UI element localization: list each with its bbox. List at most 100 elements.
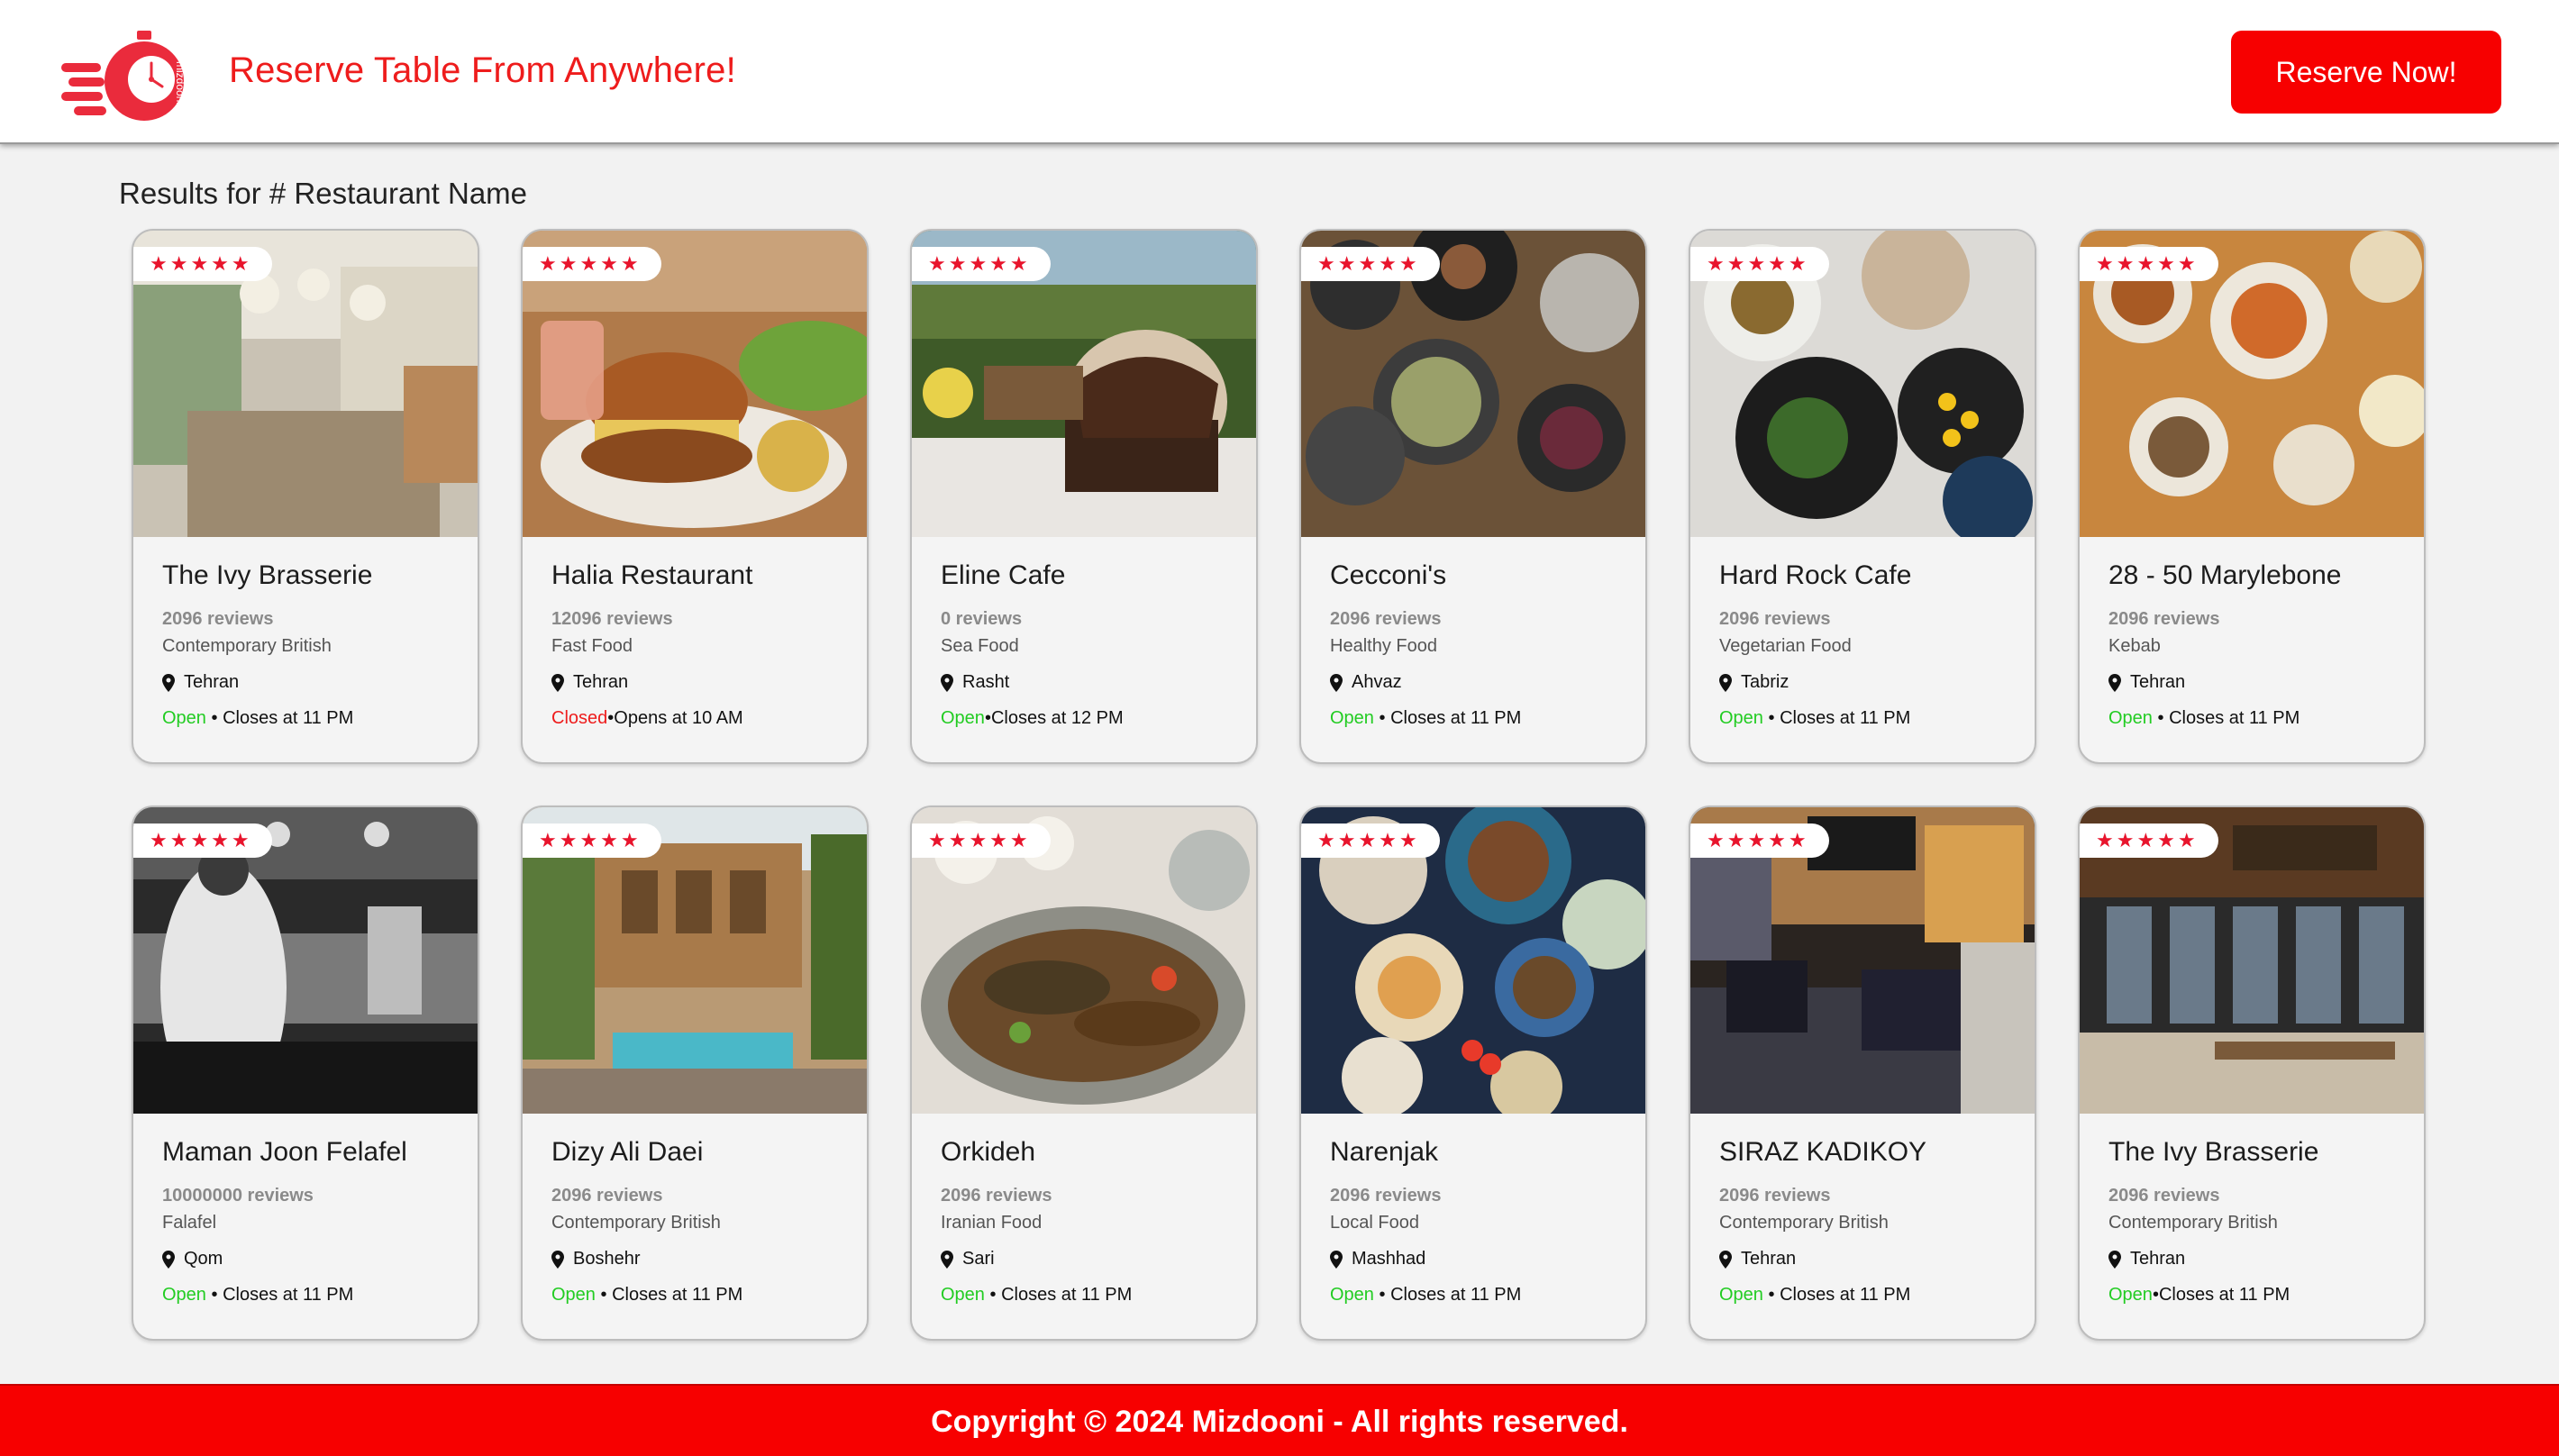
review-count: 0 reviews bbox=[941, 609, 1023, 629]
location: Ahvaz bbox=[1330, 672, 1402, 693]
cuisine-type: Iranian Food bbox=[941, 1213, 1043, 1233]
restaurant-card[interactable]: ★★★★★ Hard Rock Cafe 2096 reviews Vegeta… bbox=[1689, 229, 2036, 764]
location: Boshehr bbox=[551, 1249, 641, 1269]
status-badge: Closed bbox=[551, 708, 608, 728]
restaurant-name[interactable]: Eline Cafe bbox=[941, 560, 1065, 591]
cuisine-type: Falafel bbox=[162, 1213, 217, 1233]
status-badge: Open bbox=[1719, 1285, 1763, 1305]
opening-status: Open • Closes at 11 PM bbox=[1719, 1285, 1910, 1306]
location: Tehran bbox=[2108, 672, 2185, 693]
location: Sari bbox=[941, 1249, 995, 1269]
restaurant-name[interactable]: Orkideh bbox=[941, 1137, 1035, 1168]
status-separator: • bbox=[1762, 708, 1780, 728]
restaurant-name[interactable]: The Ivy Brasserie bbox=[2108, 1137, 2318, 1168]
cuisine-type: Contemporary British bbox=[1719, 1213, 1889, 1233]
restaurant-card[interactable]: ★★★★★ SIRAZ KADIKOY 2096 reviews Contemp… bbox=[1689, 805, 2036, 1341]
location-pin-icon bbox=[551, 673, 564, 692]
location-pin-icon bbox=[162, 673, 175, 692]
restaurant-card[interactable]: ★★★★★ Dizy Ali Daei 2096 reviews Contemp… bbox=[521, 805, 869, 1341]
restaurant-card[interactable]: ★★★★★ Cecconi's 2096 reviews Healthy Foo… bbox=[1299, 229, 1647, 764]
opening-hours: Closes at 11 PM bbox=[1390, 708, 1522, 728]
opening-status: Open • Closes at 11 PM bbox=[1330, 708, 1521, 729]
opening-hours: Opens at 10 AM bbox=[614, 708, 743, 728]
rating-stars: ★★★★★ bbox=[1301, 824, 1440, 858]
rating-stars: ★★★★★ bbox=[523, 247, 661, 281]
restaurant-name[interactable]: Cecconi's bbox=[1330, 560, 1446, 591]
restaurant-card[interactable]: ★★★★★ The Ivy Brasserie 2096 reviews Con… bbox=[132, 229, 479, 764]
rating-stars: ★★★★★ bbox=[912, 824, 1051, 858]
status-badge: Open bbox=[1330, 1285, 1374, 1305]
city-name: Tehran bbox=[2130, 1249, 2186, 1269]
top-header: mizdooni Reserve Table From Anywhere! Re… bbox=[0, 0, 2559, 144]
status-badge: Open bbox=[162, 708, 206, 728]
city-name: Rasht bbox=[962, 672, 1010, 692]
restaurant-card[interactable]: ★★★★★ The Ivy Brasserie 2096 reviews Con… bbox=[2078, 805, 2426, 1341]
city-name: Mashhad bbox=[1352, 1249, 1426, 1269]
restaurant-name[interactable]: Hard Rock Cafe bbox=[1719, 560, 1911, 591]
status-separator: • bbox=[984, 708, 991, 728]
restaurant-name[interactable]: 28 - 50 Marylebone bbox=[2108, 560, 2342, 591]
location-pin-icon bbox=[162, 1250, 175, 1269]
restaurant-grid: ★★★★★ The Ivy Brasserie 2096 reviews Con… bbox=[132, 229, 2426, 1341]
restaurant-card[interactable]: ★★★★★ 28 - 50 Marylebone 2096 reviews Ke… bbox=[2078, 229, 2426, 764]
city-name: Tehran bbox=[1741, 1249, 1797, 1269]
city-name: Ahvaz bbox=[1352, 672, 1402, 692]
city-name: Tehran bbox=[2130, 672, 2186, 692]
rating-stars: ★★★★★ bbox=[1690, 247, 1829, 281]
location: Mashhad bbox=[1330, 1249, 1425, 1269]
status-badge: Open bbox=[551, 1285, 596, 1305]
restaurant-name[interactable]: The Ivy Brasserie bbox=[162, 560, 372, 591]
restaurant-card[interactable]: ★★★★★ Eline Cafe 0 reviews Sea Food Rash… bbox=[910, 229, 1258, 764]
opening-status: Open • Closes at 11 PM bbox=[1330, 1285, 1521, 1306]
status-separator: • bbox=[1762, 1285, 1780, 1305]
restaurant-card[interactable]: ★★★★★ Orkideh 2096 reviews Iranian Food … bbox=[910, 805, 1258, 1341]
location-pin-icon bbox=[941, 1250, 953, 1269]
city-name: Tabriz bbox=[1741, 672, 1789, 692]
location-pin-icon bbox=[1719, 673, 1732, 692]
cuisine-type: Kebab bbox=[2108, 636, 2161, 656]
restaurant-name[interactable]: Maman Joon Felafel bbox=[162, 1137, 407, 1168]
location-pin-icon bbox=[551, 1250, 564, 1269]
restaurant-name[interactable]: SIRAZ KADIKOY bbox=[1719, 1137, 1926, 1168]
results-heading: Results for # Restaurant Name bbox=[119, 177, 528, 210]
city-name: Tehran bbox=[184, 672, 240, 692]
rating-stars: ★★★★★ bbox=[2080, 247, 2218, 281]
location: Rasht bbox=[941, 672, 1009, 693]
opening-hours: Closes at 11 PM bbox=[1390, 1285, 1522, 1305]
status-badge: Open bbox=[2108, 708, 2153, 728]
review-count: 2096 reviews bbox=[2108, 609, 2220, 629]
location: Tabriz bbox=[1719, 672, 1789, 693]
cuisine-type: Contemporary British bbox=[162, 636, 332, 656]
status-separator: • bbox=[1373, 1285, 1391, 1305]
restaurant-name[interactable]: Halia Restaurant bbox=[551, 560, 752, 591]
restaurant-card[interactable]: ★★★★★ Narenjak 2096 reviews Local Food M… bbox=[1299, 805, 1647, 1341]
status-separator: • bbox=[1373, 708, 1391, 728]
rating-stars: ★★★★★ bbox=[1301, 247, 1440, 281]
svg-text:mizdooni: mizdooni bbox=[174, 61, 187, 105]
review-count: 2096 reviews bbox=[1330, 1186, 1442, 1206]
opening-hours: Closes at 11 PM bbox=[1001, 1285, 1133, 1305]
opening-hours: Closes at 12 PM bbox=[990, 708, 1124, 728]
restaurant-card[interactable]: ★★★★★ Maman Joon Felafel 10000000 review… bbox=[132, 805, 479, 1341]
location: Tehran bbox=[2108, 1249, 2185, 1269]
page-title: Reserve Table From Anywhere! bbox=[229, 50, 736, 90]
cuisine-type: Contemporary British bbox=[2108, 1213, 2278, 1233]
restaurant-card[interactable]: ★★★★★ Halia Restaurant 12096 reviews Fas… bbox=[521, 229, 869, 764]
opening-status: Open • Closes at 11 PM bbox=[2108, 708, 2299, 729]
rating-stars: ★★★★★ bbox=[133, 824, 272, 858]
reserve-now-button[interactable]: Reserve Now! bbox=[2231, 31, 2501, 114]
cuisine-type: Vegetarian Food bbox=[1719, 636, 1852, 656]
restaurant-name[interactable]: Narenjak bbox=[1330, 1137, 1438, 1168]
opening-status: Open • Closes at 11 PM bbox=[551, 1285, 742, 1306]
restaurant-name[interactable]: Dizy Ali Daei bbox=[551, 1137, 703, 1168]
review-count: 10000000 reviews bbox=[162, 1186, 314, 1206]
rating-stars: ★★★★★ bbox=[523, 824, 661, 858]
status-separator: • bbox=[205, 1285, 223, 1305]
location: Tehran bbox=[162, 672, 239, 693]
location-pin-icon bbox=[1330, 1250, 1343, 1269]
city-name: Qom bbox=[184, 1249, 223, 1269]
mizdooni-logo[interactable]: mizdooni bbox=[61, 27, 196, 128]
rating-stars: ★★★★★ bbox=[1690, 824, 1829, 858]
cuisine-type: Contemporary British bbox=[551, 1213, 721, 1233]
opening-hours: Closes at 11 PM bbox=[2158, 1285, 2290, 1305]
